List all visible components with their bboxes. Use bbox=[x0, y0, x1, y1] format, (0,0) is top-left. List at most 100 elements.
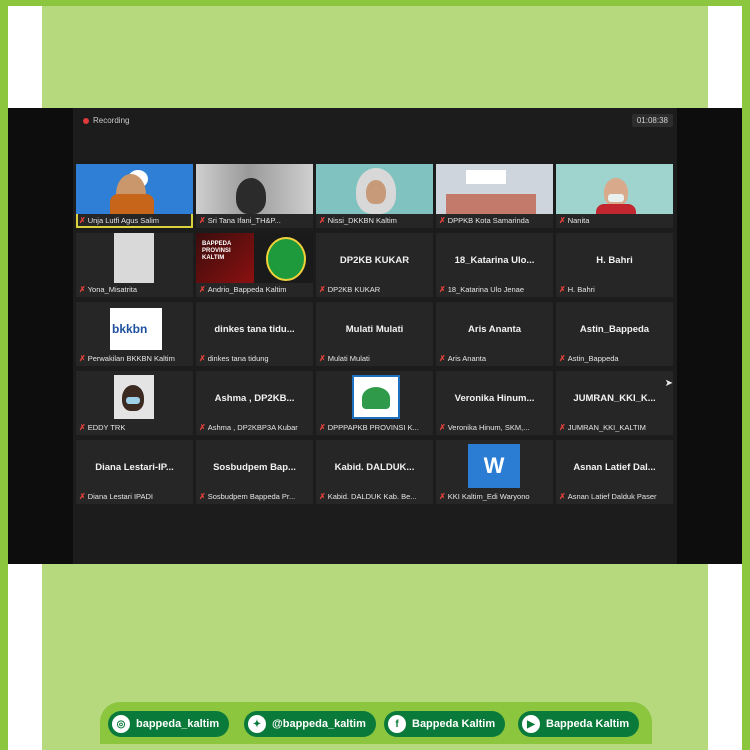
participant-name: Nanita bbox=[567, 216, 590, 225]
muted-mic-icon: ✗ bbox=[559, 354, 566, 363]
video-thumbnail bbox=[114, 233, 154, 283]
participant-tile[interactable]: ✗ Sri Tana Ifani_TH&P... bbox=[196, 164, 313, 228]
muted-mic-icon: ✗ bbox=[439, 354, 446, 363]
facebook-link[interactable]: f Bappeda Kaltim bbox=[384, 711, 506, 737]
participant-name: Sosbudpem Bappeda Pr... bbox=[207, 492, 296, 501]
instagram-handle: bappeda_kaltim bbox=[136, 718, 220, 730]
participant-display-name: Kabid. DALDUK... bbox=[334, 462, 415, 473]
twitter-icon: ✦ bbox=[248, 715, 266, 733]
participant-display-name: H. Bahri bbox=[596, 255, 633, 266]
participant-display-name: 18_Katarina Ulo... bbox=[454, 255, 535, 266]
participant-display-name: Mulati Mulati bbox=[345, 324, 404, 335]
video-feed bbox=[196, 164, 313, 214]
participant-tile[interactable]: ✗ DPPPAPKB PROVINSI K... bbox=[316, 371, 433, 435]
participant-name: DP2KB KUKAR bbox=[327, 285, 381, 294]
participant-tile[interactable]: W ✗ KKI Kaltim_Edi Waryono bbox=[436, 440, 553, 504]
participant-name: Ashma , DP2KBP3A Kubar bbox=[207, 423, 298, 432]
participant-tile[interactable]: Sosbudpem Bap... ✗ Sosbudpem Bappeda Pr..… bbox=[196, 440, 313, 504]
muted-mic-icon: ✗ bbox=[199, 285, 206, 294]
participant-display-name: Asnan Latief Dal... bbox=[573, 462, 656, 473]
instagram-link[interactable]: ◎ bappeda_kaltim bbox=[108, 711, 230, 737]
muted-mic-icon: ✗ bbox=[559, 423, 566, 432]
participant-name: 18_Katarina Ulo Jenae bbox=[447, 285, 525, 294]
muted-mic-icon: ✗ bbox=[199, 492, 206, 501]
participant-display-name: Diana Lestari-IP... bbox=[95, 462, 174, 473]
bkkbn-logo-text: bkkbn bbox=[112, 322, 148, 336]
wall-banner bbox=[466, 170, 506, 184]
face-mask bbox=[608, 194, 624, 202]
person-silhouette bbox=[236, 178, 266, 214]
participant-tile[interactable]: ✗ Nanita bbox=[556, 164, 673, 228]
recording-indicator[interactable]: Recording bbox=[83, 116, 129, 125]
participant-tile[interactable]: dinkes tana tidu... ✗ dinkes tana tidung bbox=[196, 302, 313, 366]
participant-tile[interactable]: ✗ Yona_Misatrita bbox=[76, 233, 193, 297]
mouse-cursor-icon: ➤ bbox=[664, 378, 673, 389]
video-feed bbox=[316, 164, 433, 214]
participant-tile[interactable]: ✗ DPPKB Kota Samarinda bbox=[436, 164, 553, 228]
muted-mic-icon: ✗ bbox=[439, 216, 446, 225]
muted-mic-icon: ✗ bbox=[79, 216, 86, 225]
participant-tile[interactable]: Veronika Hinum... ✗ Veronika Hinum, SKM,.… bbox=[436, 371, 553, 435]
participant-tile[interactable]: H. Bahri ✗ H. Bahri bbox=[556, 233, 673, 297]
participant-display-name: Astin_Bappeda bbox=[579, 324, 650, 335]
twitter-link[interactable]: ✦ @bappeda_kaltim bbox=[244, 711, 376, 737]
meeting-window: Recording 01:08:38 ✗ Unja Lutfi Agus Sali… bbox=[73, 108, 677, 564]
participant-display-name: dinkes tana tidu... bbox=[214, 324, 295, 335]
participant-tile[interactable]: ✗ Unja Lutfi Agus Salim bbox=[76, 164, 193, 228]
muted-mic-icon: ✗ bbox=[79, 492, 86, 501]
muted-mic-icon: ✗ bbox=[79, 354, 86, 363]
participant-display-name: JUMRAN_KKI_K... bbox=[573, 393, 656, 404]
muted-mic-icon: ✗ bbox=[199, 216, 206, 225]
participant-name: Astin_Bappeda bbox=[567, 354, 619, 363]
social-media-bar: ◎ bappeda_kaltim ✦ @bappeda_kaltim f Bap… bbox=[100, 702, 652, 744]
face bbox=[366, 180, 386, 204]
youtube-handle: Bappeda Kaltim bbox=[546, 718, 630, 730]
participant-tile[interactable]: Asnan Latief Dal... ✗ Asnan Latief Dalduk… bbox=[556, 440, 673, 504]
muted-mic-icon: ✗ bbox=[559, 216, 566, 225]
facebook-icon: f bbox=[388, 715, 406, 733]
youtube-icon: ▶ bbox=[522, 715, 540, 733]
participant-grid: ✗ Unja Lutfi Agus Salim ✗ Sri Tana Ifani_T… bbox=[76, 164, 673, 508]
participant-tile[interactable]: bkkbn ✗ Perwakilan BKKBN Kaltim bbox=[76, 302, 193, 366]
muted-mic-icon: ✗ bbox=[439, 423, 446, 432]
participant-tile[interactable]: ✗ Nissi_DKKBN Kaltim bbox=[316, 164, 433, 228]
muted-mic-icon: ✗ bbox=[319, 423, 326, 432]
participant-name: Diana Lestari IPADI bbox=[87, 492, 154, 501]
participant-tile[interactable]: BAPPEDA PROVINSI KALTIM ✗ Andrio_Bappeda … bbox=[196, 233, 313, 297]
participant-display-name: DP2KB KUKAR bbox=[339, 255, 410, 266]
participant-tile[interactable]: Diana Lestari-IP... ✗ Diana Lestari IPADI bbox=[76, 440, 193, 504]
participant-name: Sri Tana Ifani_TH&P... bbox=[207, 216, 281, 225]
participant-tile[interactable]: Aris Ananta ✗ Aris Ananta bbox=[436, 302, 553, 366]
participant-name: Perwakilan BKKBN Kaltim bbox=[87, 354, 175, 363]
muted-mic-icon: ✗ bbox=[79, 423, 86, 432]
muted-mic-icon: ✗ bbox=[559, 492, 566, 501]
participant-name: H. Bahri bbox=[567, 285, 595, 294]
muted-mic-icon: ✗ bbox=[319, 492, 326, 501]
participant-name: Aris Ananta bbox=[447, 354, 487, 363]
participant-tile[interactable]: DP2KB KUKAR ✗ DP2KB KUKAR bbox=[316, 233, 433, 297]
participant-name: JUMRAN_KKI_KALTIM bbox=[567, 423, 646, 432]
participant-display-name: Veronika Hinum... bbox=[454, 393, 535, 404]
participant-tile[interactable]: JUMRAN_KKI_K... ✗ JUMRAN_KKI_KALTIM bbox=[556, 371, 673, 435]
muted-mic-icon: ✗ bbox=[199, 423, 206, 432]
recording-dot-icon bbox=[83, 117, 89, 124]
participant-tile[interactable]: Mulati Mulati ✗ Mulati Mulati bbox=[316, 302, 433, 366]
muted-mic-icon: ✗ bbox=[319, 354, 326, 363]
participant-name: Andrio_Bappeda Kaltim bbox=[207, 285, 287, 294]
participant-display-name: Ashma , DP2KB... bbox=[214, 393, 295, 404]
muted-mic-icon: ✗ bbox=[439, 285, 446, 294]
participant-name: dinkes tana tidung bbox=[207, 354, 269, 363]
participant-tile[interactable]: Ashma , DP2KB... ✗ Ashma , DP2KBP3A Kubar bbox=[196, 371, 313, 435]
participant-name: KKI Kaltim_Edi Waryono bbox=[447, 492, 530, 501]
person-shirt bbox=[596, 204, 636, 214]
participant-tile[interactable]: Kabid. DALDUK... ✗ Kabid. DALDUK Kab. Be.… bbox=[316, 440, 433, 504]
participant-tile[interactable]: Astin_Bappeda ✗ Astin_Bappeda bbox=[556, 302, 673, 366]
participant-name: Yona_Misatrita bbox=[87, 285, 138, 294]
youtube-link[interactable]: ▶ Bappeda Kaltim bbox=[518, 711, 640, 737]
participant-tile[interactable]: ✗ EDDY TRK bbox=[76, 371, 193, 435]
video-feed bbox=[76, 371, 193, 421]
face-mask bbox=[126, 397, 140, 404]
meeting-timer: 01:08:38 bbox=[631, 114, 673, 127]
participant-tile[interactable]: 18_Katarina Ulo... ✗ 18_Katarina Ulo Jena… bbox=[436, 233, 553, 297]
twitter-handle: @bappeda_kaltim bbox=[272, 718, 366, 730]
